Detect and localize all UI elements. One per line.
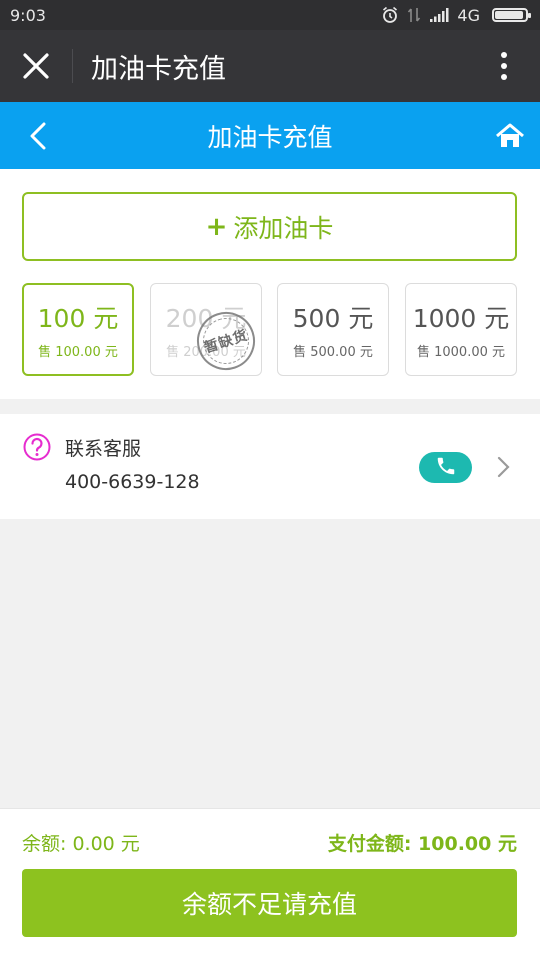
pay-amount-text: 支付金额: 100.00 元 <box>327 833 517 855</box>
title-divider <box>72 49 73 83</box>
amount-label: 1000 元 <box>412 304 510 333</box>
title-bar: 加油卡充值 <box>0 30 540 102</box>
back-icon[interactable] <box>18 116 58 156</box>
home-icon[interactable] <box>490 116 530 156</box>
balance-text: 余额: 0.00 元 <box>22 833 140 855</box>
stamp-text: 暂缺货 <box>202 327 251 357</box>
nav-bar: 加油卡充值 <box>0 102 540 169</box>
amount-label: 100 元 <box>37 304 119 333</box>
amount-option-500[interactable]: 500 元 售 500.00 元 <box>277 283 389 376</box>
amount-option-1000[interactable]: 1000 元 售 1000.00 元 <box>405 283 517 376</box>
service-phone: 400-6639-128 <box>65 471 200 493</box>
more-vertical-icon[interactable] <box>468 30 540 102</box>
amount-price: 售 500.00 元 <box>293 345 373 360</box>
status-time: 9:03 <box>10 5 46 25</box>
data-arrows-icon <box>407 6 421 24</box>
call-button[interactable] <box>419 452 472 483</box>
network-type: 4G <box>457 5 480 25</box>
service-label: 联系客服 <box>65 438 142 460</box>
amount-label: 500 元 <box>292 304 374 333</box>
phone-icon <box>435 455 457 481</box>
plus-icon: + <box>205 211 228 242</box>
signal-icon <box>429 7 449 23</box>
close-icon[interactable] <box>0 30 72 102</box>
amount-price: 售 100.00 元 <box>38 345 118 360</box>
status-icons: 4G <box>381 5 531 25</box>
battery-icon <box>492 8 531 22</box>
page-title: 加油卡充值 <box>207 122 333 152</box>
window-title: 加油卡充值 <box>91 53 226 85</box>
add-card-button[interactable]: + 添加油卡 <box>22 192 517 261</box>
card-section: + 添加油卡 100 元 售 100.00 元 200 元 售 200.00 元… <box>0 169 540 399</box>
amount-option-200: 200 元 售 200.00 元 暂缺货 <box>150 283 263 378</box>
question-icon <box>22 432 52 462</box>
alarm-icon <box>381 6 399 24</box>
amount-option-100[interactable]: 100 元 售 100.00 元 <box>22 283 134 376</box>
add-card-label: 添加油卡 <box>233 213 334 243</box>
recharge-button[interactable]: 余额不足请充值 <box>22 869 517 937</box>
amount-price: 售 1000.00 元 <box>416 345 506 360</box>
chevron-right-icon[interactable] <box>492 454 516 480</box>
status-bar: 9:03 4G <box>0 0 540 30</box>
customer-service-row[interactable]: 联系客服 400-6639-128 <box>0 414 540 519</box>
footer: 余额: 0.00 元 支付金额: 100.00 元 余额不足请充值 <box>0 808 540 960</box>
